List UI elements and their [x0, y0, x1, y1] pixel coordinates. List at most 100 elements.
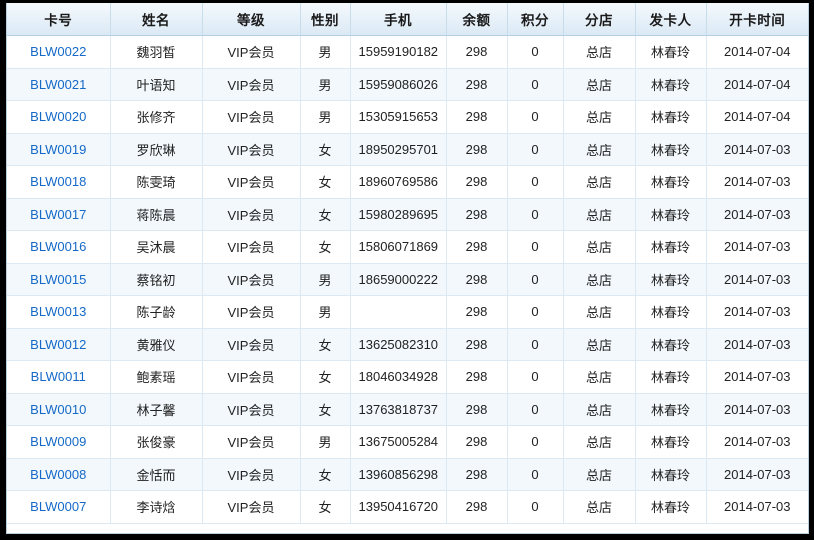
- cell-gender: 女: [300, 360, 351, 394]
- cell-card_no[interactable]: BLW0021: [7, 68, 111, 101]
- cell-balance: 298: [446, 393, 508, 426]
- cell-card_no[interactable]: BLW0019: [7, 133, 111, 166]
- cell-card_no[interactable]: BLW0008: [7, 458, 111, 491]
- column-header-level[interactable]: 等级: [202, 3, 301, 36]
- column-header-branch[interactable]: 分店: [563, 3, 636, 36]
- table-row[interactable]: BLW0013 陈子龄 VIP会员男 298 0 总店 林春玲 2014-07-03: [7, 295, 808, 329]
- cell-card_no[interactable]: BLW0016: [7, 230, 111, 264]
- cell-issue_date: 2014-07-03: [706, 360, 808, 394]
- cell-points: 0: [507, 198, 564, 231]
- table-row[interactable]: BLW0011 鲍素瑶 VIP会员女 18046034928 298 0 总店 林春玲 2014…: [7, 360, 808, 394]
- cell-gender: 男: [300, 295, 351, 329]
- cell-card_no[interactable]: BLW0020: [7, 100, 111, 134]
- cell-balance: 298: [446, 198, 508, 231]
- table-row[interactable]: BLW0009 张俊豪 VIP会员男 13675005284 298 0 总店 林春玲 2014…: [7, 425, 808, 459]
- cell-gender: 女: [300, 133, 351, 166]
- cell-card_no[interactable]: BLW0010: [7, 393, 111, 426]
- cell-issuer: 林春玲: [635, 35, 707, 69]
- cell-name: 鲍素瑶: [110, 360, 203, 394]
- cell-card_no[interactable]: BLW0012: [7, 328, 111, 361]
- cell-issue_date: 2014-07-03: [706, 133, 808, 166]
- cell-card_no[interactable]: BLW0017: [7, 198, 111, 231]
- cell-name: 黄雅仪: [110, 328, 203, 361]
- column-header-name[interactable]: 姓名: [110, 3, 203, 36]
- table-row[interactable]: BLW0019 罗欣琳 VIP会员女 18950295701 298 0 总店 林春玲 2014…: [7, 133, 808, 166]
- cell-phone: 13625082310: [350, 328, 447, 361]
- cell-level: VIP会员: [202, 100, 301, 134]
- cell-balance: 298: [446, 263, 508, 296]
- card-number-link[interactable]: BLW0016: [30, 239, 86, 254]
- cell-balance: 298: [446, 230, 508, 264]
- cell-points: 0: [507, 263, 564, 296]
- cell-name: 陈雯琦: [110, 165, 203, 199]
- cell-level: VIP会员: [202, 263, 301, 296]
- card-number-link[interactable]: BLW0012: [30, 337, 86, 352]
- card-number-link[interactable]: BLW0010: [30, 402, 86, 417]
- cell-level: VIP会员: [202, 393, 301, 426]
- cell-card_no[interactable]: BLW0013: [7, 295, 111, 329]
- cell-issuer: 林春玲: [635, 295, 707, 329]
- table-row[interactable]: BLW0016 吴沐晨 VIP会员女 15806071869 298 0 总店 林春玲 2014…: [7, 230, 808, 264]
- cell-gender: 女: [300, 230, 351, 264]
- cell-points: 0: [507, 360, 564, 394]
- card-number-link[interactable]: BLW0022: [30, 44, 86, 59]
- cell-phone: 15959190182: [350, 35, 447, 69]
- cell-issuer: 林春玲: [635, 328, 707, 361]
- cell-issuer: 林春玲: [635, 165, 707, 199]
- column-header-points[interactable]: 积分: [507, 3, 564, 36]
- card-number-link[interactable]: BLW0017: [30, 207, 86, 222]
- cell-gender: 女: [300, 198, 351, 231]
- member-card-grid-panel: 卡号 姓名 等级 性别 手机 余额 积分 分店 发卡人 开卡时间 BLW0022 魏羽皙 VIP会员男…: [6, 3, 809, 534]
- table-row[interactable]: BLW0021 叶语知 VIP会员男 15959086026 298 0 总店 林春玲 2014…: [7, 68, 808, 101]
- column-header-gender[interactable]: 性别: [300, 3, 351, 36]
- cell-level: VIP会员: [202, 295, 301, 329]
- table-row[interactable]: BLW0022 魏羽皙 VIP会员男 15959190182 298 0 总店 林春玲 2014…: [7, 35, 808, 69]
- card-number-link[interactable]: BLW0007: [30, 499, 86, 514]
- cell-name: 李诗焓: [110, 490, 203, 524]
- card-number-link[interactable]: BLW0021: [30, 77, 86, 92]
- cell-card_no[interactable]: BLW0018: [7, 165, 111, 199]
- table-row[interactable]: BLW0018 陈雯琦 VIP会员女 18960769586 298 0 总店 林春玲 2014…: [7, 165, 808, 199]
- cell-card_no[interactable]: BLW0011: [7, 360, 111, 394]
- card-number-link[interactable]: BLW0019: [30, 142, 86, 157]
- card-number-link[interactable]: BLW0009: [30, 434, 86, 449]
- cell-balance: 298: [446, 360, 508, 394]
- cell-name: 蒋陈晨: [110, 198, 203, 231]
- card-number-link[interactable]: BLW0011: [31, 369, 86, 384]
- cell-card_no[interactable]: BLW0022: [7, 35, 111, 69]
- cell-card_no[interactable]: BLW0007: [7, 490, 111, 524]
- cell-card_no[interactable]: BLW0015: [7, 263, 111, 296]
- table-row[interactable]: BLW0015 蔡铭初 VIP会员男 18659000222 298 0 总店 林春玲 2014…: [7, 263, 808, 296]
- table-row[interactable]: BLW0020 张修齐 VIP会员男 15305915653 298 0 总店 林春玲 2014…: [7, 100, 808, 134]
- table-row[interactable]: BLW0007 李诗焓 VIP会员女 13950416720 298 0 总店 林春玲 2014…: [7, 490, 808, 524]
- column-header-card_no[interactable]: 卡号: [7, 3, 111, 36]
- column-header-issue_date[interactable]: 开卡时间: [706, 3, 808, 36]
- cell-issue_date: 2014-07-03: [706, 490, 808, 524]
- cell-points: 0: [507, 328, 564, 361]
- cell-name: 罗欣琳: [110, 133, 203, 166]
- cell-balance: 298: [446, 100, 508, 134]
- cell-level: VIP会员: [202, 35, 301, 69]
- card-number-link[interactable]: BLW0015: [30, 272, 86, 287]
- card-number-link[interactable]: BLW0013: [30, 304, 86, 319]
- table-row[interactable]: BLW0017 蒋陈晨 VIP会员女 15980289695 298 0 总店 林春玲 2014…: [7, 198, 808, 231]
- cell-gender: 男: [300, 68, 351, 101]
- cell-level: VIP会员: [202, 230, 301, 264]
- cell-branch: 总店: [563, 328, 636, 361]
- cell-issuer: 林春玲: [635, 230, 707, 264]
- card-number-link[interactable]: BLW0018: [30, 174, 86, 189]
- table-row[interactable]: BLW0012 黄雅仪 VIP会员女 13625082310 298 0 总店 林春玲 2014…: [7, 328, 808, 361]
- column-header-phone[interactable]: 手机: [350, 3, 447, 36]
- table-row[interactable]: BLW0010 林子馨 VIP会员女 13763818737 298 0 总店 林春玲 2014…: [7, 393, 808, 426]
- table-row[interactable]: BLW0008 金恬而 VIP会员女 13960856298 298 0 总店 林春玲 2014…: [7, 458, 808, 491]
- column-header-balance[interactable]: 余额: [446, 3, 508, 36]
- cell-phone: 13950416720: [350, 490, 447, 524]
- cell-gender: 女: [300, 165, 351, 199]
- card-number-link[interactable]: BLW0008: [30, 467, 86, 482]
- cell-name: 金恬而: [110, 458, 203, 491]
- column-header-issuer[interactable]: 发卡人: [635, 3, 707, 36]
- cell-phone: 13960856298: [350, 458, 447, 491]
- card-number-link[interactable]: BLW0020: [30, 109, 86, 124]
- cell-card_no[interactable]: BLW0009: [7, 425, 111, 459]
- cell-phone: [350, 295, 447, 329]
